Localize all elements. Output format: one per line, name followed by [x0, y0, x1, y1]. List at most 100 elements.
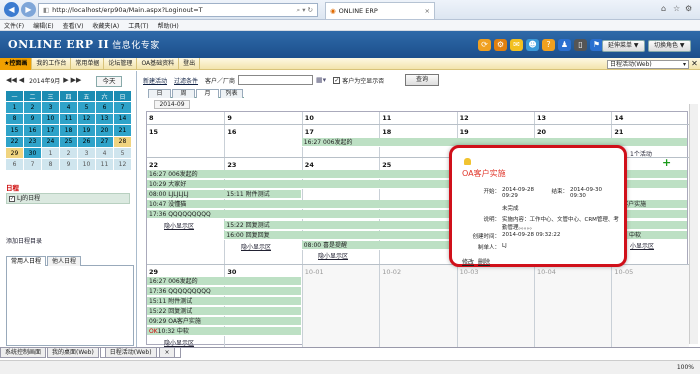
forward-icon[interactable]: ▶	[21, 2, 36, 17]
more-link[interactable]: 小显示区	[630, 241, 654, 250]
mini-day[interactable]: 18	[59, 124, 78, 137]
gear-icon[interactable]: ⚙	[685, 4, 692, 13]
event-bar[interactable]: 15:11 附件测试	[224, 190, 302, 199]
mini-day[interactable]: 12	[77, 112, 96, 126]
mini-day[interactable]: 30	[23, 146, 42, 160]
event-bar[interactable]: 16:27 006发起的	[147, 277, 301, 286]
nav-common-docs[interactable]: 常用单据	[71, 57, 105, 70]
mini-day-other[interactable]: 5	[113, 146, 132, 160]
mini-day[interactable]: 7	[113, 101, 132, 114]
day-cell[interactable]: 14	[611, 112, 688, 124]
close-tab-icon[interactable]: ×	[425, 7, 430, 15]
add-calendar-link[interactable]: 添加日程目录	[6, 236, 42, 245]
tab-common-people[interactable]: 常用人日程	[6, 256, 47, 266]
query-button[interactable]: 查询	[405, 74, 439, 86]
mini-day-other[interactable]: 3	[77, 146, 96, 160]
prev-year-icon[interactable]: ◀◀	[6, 76, 17, 84]
tab-schedule[interactable]: 日程活动(Web) ×	[99, 348, 181, 358]
event-bar[interactable]: 08:00 喜是提醒	[301, 241, 456, 250]
day-cell[interactable]: 8	[147, 112, 224, 124]
mini-day[interactable]: 23	[23, 135, 42, 148]
mini-day-other[interactable]: 2	[59, 146, 78, 160]
event-bar[interactable]: OK10:32 中软	[147, 327, 301, 336]
mini-day[interactable]: 9	[23, 112, 42, 126]
event-bar[interactable]: 15:11 附件测试	[147, 297, 301, 306]
mini-day-other[interactable]: 6	[5, 158, 24, 171]
mini-day-other[interactable]: 12	[113, 158, 132, 171]
mini-day[interactable]: 14	[113, 112, 132, 126]
more-link[interactable]: 隐小显示区	[164, 338, 194, 347]
vertical-scrollbar[interactable]	[689, 104, 698, 344]
settings-icon[interactable]: ⚙	[494, 39, 507, 51]
mini-day[interactable]: 19	[77, 124, 96, 137]
mini-day[interactable]: 6	[95, 101, 114, 114]
mini-day[interactable]: 16	[23, 124, 42, 137]
day-cell[interactable]: 12	[456, 112, 534, 124]
edit-link[interactable]: 修改	[462, 259, 474, 266]
day-cell[interactable]: 10-04	[534, 265, 612, 347]
nav-forum[interactable]: 论坛管理	[104, 57, 138, 70]
day-cell[interactable]: 16	[224, 125, 301, 158]
address-bar[interactable]: ◧ http://localhost/erp90a/Main.aspx?Logi…	[38, 3, 318, 17]
event-bar[interactable]: 中软	[627, 231, 657, 240]
favorites-icon[interactable]: ☆	[673, 4, 680, 13]
mail-icon[interactable]: ✉	[510, 39, 523, 51]
mini-day[interactable]: 10	[41, 112, 60, 126]
mini-day[interactable]: 1	[5, 101, 24, 114]
mini-day[interactable]: 3	[41, 101, 60, 114]
close-page-icon[interactable]: ✕	[690, 59, 699, 69]
day-cell[interactable]: 10-05	[611, 265, 689, 347]
mini-day-other[interactable]: 1	[41, 146, 60, 160]
tab-my-desktop[interactable]: 我的桌面(Web)	[47, 348, 99, 358]
mini-day-other[interactable]: 9	[59, 158, 78, 171]
chat-icon[interactable]: ☻	[526, 39, 539, 51]
next-year-icon[interactable]: ▶▶	[71, 76, 82, 84]
mini-day[interactable]: 21	[113, 124, 132, 137]
mini-day-selected[interactable]: 28	[113, 135, 132, 148]
day-cell[interactable]: 15	[147, 125, 224, 158]
close-tab-icon[interactable]: ×	[159, 348, 175, 358]
menu-file[interactable]: 文件(F)	[4, 21, 24, 30]
mini-day-other[interactable]: 8	[41, 158, 60, 171]
mini-day[interactable]: 11	[59, 112, 78, 126]
home-icon[interactable]: ⌂	[661, 4, 666, 13]
today-button[interactable]: 今天	[96, 76, 122, 87]
nav-control-panel[interactable]: ★控面画	[0, 57, 33, 70]
mini-day[interactable]: 2	[23, 101, 42, 114]
refresh-icon[interactable]: ⟳	[478, 39, 491, 51]
extend-menu-button[interactable]: 延伸菜单 ▼	[602, 40, 645, 52]
tab-week[interactable]: 周	[172, 89, 195, 98]
switch-role-button[interactable]: 切换角色 ▼	[648, 40, 691, 52]
mini-day-other[interactable]: 4	[95, 146, 114, 160]
table-picker-icon[interactable]: ▦▾	[316, 76, 326, 84]
delete-link[interactable]: 删除	[478, 259, 490, 266]
view-select[interactable]: 日程活动(Web) ▾	[607, 60, 689, 69]
my-calendar-item[interactable]: ✓ LJ的日程	[6, 193, 130, 204]
mini-day[interactable]: 13	[95, 112, 114, 126]
mini-day[interactable]: 15	[5, 124, 24, 137]
mini-day[interactable]: 20	[95, 124, 114, 137]
mini-day[interactable]: 24	[41, 135, 60, 148]
day-cell[interactable]: 10-02	[379, 265, 457, 347]
search-icon[interactable]: ⌕ ▾ ↻	[297, 4, 313, 16]
add-event-icon[interactable]: +	[662, 156, 671, 169]
day-cell[interactable]: 10	[301, 112, 379, 124]
mini-day[interactable]: 25	[59, 135, 78, 148]
mini-day[interactable]: 27	[95, 135, 114, 148]
mini-day-other[interactable]: 10	[77, 158, 96, 171]
checkbox-checked-icon[interactable]: ✓	[9, 195, 15, 202]
mini-day[interactable]: 5	[77, 101, 96, 114]
day-cell[interactable]: 11	[379, 112, 456, 124]
mini-day[interactable]: 22	[5, 135, 24, 148]
tab-others[interactable]: 他人日程	[47, 256, 82, 266]
day-cell[interactable]: 10-01	[301, 265, 380, 347]
more-link[interactable]: 隐小显示区	[164, 221, 194, 230]
mini-day-selected[interactable]: 29	[5, 146, 24, 160]
mini-day[interactable]: 26	[77, 135, 96, 148]
menu-edit[interactable]: 编辑(E)	[33, 21, 53, 30]
tab-day[interactable]: 日	[148, 89, 171, 98]
event-bar[interactable]: 09:29 OA客户实施	[147, 317, 301, 326]
next-month-icon[interactable]: ▶	[63, 76, 68, 84]
mini-day-other[interactable]: 7	[23, 158, 42, 171]
tab-list[interactable]: 列表	[220, 89, 243, 98]
